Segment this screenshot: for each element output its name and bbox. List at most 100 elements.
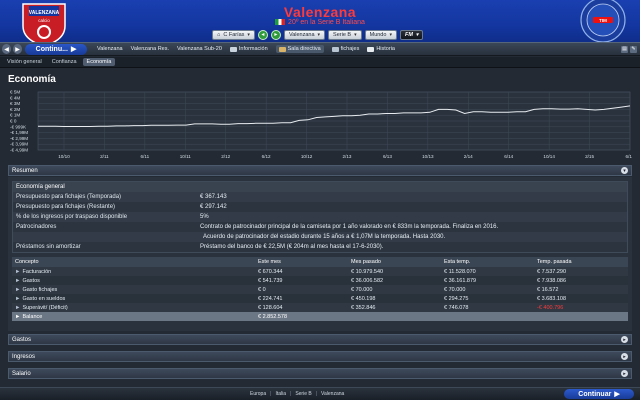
expand-arrow-icon[interactable]: ►	[15, 278, 20, 284]
table-row[interactable]: ► Gasto en sueldos € 224.741 € 450.198 € …	[12, 294, 628, 303]
y-tick-label: -€ 999K	[10, 124, 27, 129]
gastos-panel-header[interactable]: Gastos ▸	[8, 334, 632, 345]
nav-link-club[interactable]: Valenzana	[97, 46, 123, 52]
row-concept: Facturación	[22, 268, 52, 275]
expand-arrow-icon[interactable]: ►	[15, 305, 20, 311]
finance-chart: € 5M € 4M € 3M € 2M € 1M € 0 -€ 999K -€ 1,99M -€…	[8, 90, 632, 162]
col-header-last-month[interactable]: Mes pasado	[348, 257, 441, 267]
table-row[interactable]: ► Facturación € 670.344 € 10.979.540 € 11…	[12, 267, 628, 276]
gastos-title: Gastos	[12, 336, 32, 343]
x-tick-label: 2/15	[585, 154, 594, 159]
nav-link-boardroom[interactable]: Sala directiva	[275, 45, 324, 53]
history-icon	[367, 46, 375, 52]
club-header: VALENZANA calcio Valenzana 20º en la Ser…	[0, 0, 640, 42]
edit-icon[interactable]: ✎	[630, 45, 637, 53]
y-tick-label: € 3M	[10, 101, 20, 106]
nav-link-info[interactable]: Información	[229, 46, 268, 52]
boardroom-icon	[278, 46, 286, 52]
info-icon	[229, 46, 237, 52]
back-arrow-icon[interactable]: ◀	[2, 44, 11, 54]
header-controls: ⌂ C Farías ▾ ◂ ▸ Valenzana ▾ Serie B ▾ M…	[212, 29, 424, 40]
manager-dropdown[interactable]: ⌂ C Farías ▾	[212, 29, 255, 40]
table-row[interactable]: ► Superávit/ (Déficit) € 128.604 € 352.84…	[12, 303, 628, 312]
subtabs: Visión general Confianza Economía	[0, 57, 640, 68]
world-dropdown[interactable]: Mundo ▾	[364, 29, 397, 40]
nav-link-history[interactable]: Historia	[367, 46, 395, 52]
transfers-icon	[331, 46, 339, 52]
resumen-panel-header[interactable]: Resumen ▾	[8, 165, 632, 176]
league-dropdown[interactable]: Serie B ▾	[328, 29, 362, 40]
nav-link-u20[interactable]: Valenzana Sub-20	[177, 46, 222, 52]
tab-economy[interactable]: Economía	[82, 58, 116, 66]
continue-top-button[interactable]: Continu... ▶	[25, 43, 87, 55]
table-row[interactable]: ► Gasto fichajes € 0 € 70.000 € 70.000 € …	[12, 285, 628, 294]
general-row-value: € 367.143	[200, 194, 227, 200]
chevron-down-icon: ▾	[354, 31, 357, 38]
tab-overview[interactable]: Visión general	[3, 58, 46, 66]
home-icon: ⌂	[217, 31, 221, 38]
forward-arrow-icon[interactable]: ▶	[13, 44, 22, 54]
club-dropdown[interactable]: Valenzana ▾	[283, 29, 326, 40]
table-header-row: Concepto Este mes Mes pasado Esta temp. …	[12, 257, 628, 267]
ingresos-title: Ingresos	[12, 353, 36, 360]
x-tick-label: 10/12	[301, 154, 313, 159]
back-round-icon[interactable]: ◂	[257, 29, 268, 40]
continue-bottom-button[interactable]: Continuar ▶	[564, 389, 634, 399]
bottom-bar: Europa | Italia | Serie B | Valenzana Co…	[0, 387, 640, 400]
row-concept: Gastos	[22, 277, 40, 284]
table-row[interactable]: ► Gastos € 541.739 € 36.006.582 € 36.161.…	[12, 276, 628, 285]
y-tick-label: -€ 4,99M	[10, 148, 28, 153]
breadcrumb-separator: |	[290, 391, 292, 397]
fm-menu-button[interactable]: FM ▾	[399, 29, 424, 40]
general-row-label: Patrocinadores	[16, 224, 57, 230]
breadcrumb-serie-b[interactable]: Serie B	[295, 391, 311, 397]
general-economy-box: Economía general Presupuesto para fichaj…	[12, 181, 628, 253]
nav-link-transfers-label: fichajes	[340, 46, 360, 52]
y-tick-label: € 0	[10, 119, 17, 124]
general-row-label: Presupuesto para fichajes (Restante)	[16, 204, 116, 210]
expand-arrow-icon[interactable]: ►	[15, 269, 20, 275]
general-row-label: % de los ingresos por traspaso disponibl…	[16, 214, 128, 220]
y-tick-label: € 1M	[10, 113, 20, 118]
general-row-continuation: Acuerdo de patrocinador del estadio dura…	[203, 234, 446, 240]
x-tick-label: 10/13	[422, 154, 434, 159]
ingresos-panel-header[interactable]: Ingresos ▸	[8, 351, 632, 362]
balance-value: € 2.852.578	[255, 312, 348, 321]
manager-name: C Farías	[223, 31, 245, 38]
general-row: % de los ingresos por traspaso disponibl…	[13, 212, 627, 222]
resumen-title: Resumen	[12, 167, 38, 174]
breadcrumb-europe[interactable]: Europa	[250, 391, 266, 397]
col-header-concept[interactable]: Concepto	[12, 257, 255, 267]
row-last-month: € 10.979.540	[348, 267, 441, 276]
balance-label: Balance	[22, 313, 43, 320]
expand-arrow-icon[interactable]: ►	[15, 296, 20, 302]
breadcrumb-italy[interactable]: Italia	[275, 391, 286, 397]
notes-icon[interactable]: ▤	[621, 45, 628, 53]
x-tick-label: 6/14	[504, 154, 513, 159]
tab-confidence[interactable]: Confianza	[48, 58, 81, 66]
forward-round-icon[interactable]: ▸	[270, 29, 281, 40]
finance-table: Concepto Este mes Mes pasado Esta temp. …	[12, 257, 628, 321]
balance-row[interactable]: ► Balance € 2.852.578	[12, 312, 628, 321]
expand-arrow-icon[interactable]: ►	[15, 314, 20, 320]
salario-panel-header[interactable]: Salario ▸	[8, 368, 632, 379]
chevron-down-icon: ▾	[317, 31, 321, 38]
nav-link-reserves[interactable]: Valenzana Res.	[131, 46, 169, 52]
row-last-month: € 36.006.582	[348, 276, 441, 285]
row-last-season: € 7.938.086	[534, 276, 628, 285]
x-tick-label: 2/12	[221, 154, 230, 159]
breadcrumb-club[interactable]: Valenzana	[321, 391, 344, 397]
x-tick-label: 6/11	[141, 154, 150, 159]
chevron-right-icon: ▸	[621, 336, 628, 343]
col-header-this-month[interactable]: Este mes	[255, 257, 348, 267]
italy-flag-icon	[275, 19, 286, 25]
col-header-this-season[interactable]: Esta temp.	[441, 257, 534, 267]
general-row: Presupuesto para fichajes (Temporada) € …	[13, 192, 627, 202]
club-name: Valenzana	[283, 4, 357, 20]
row-concept: Gasto en sueldos	[22, 295, 66, 302]
nav-link-transfers[interactable]: fichajes	[331, 46, 360, 52]
col-header-last-season[interactable]: Temp. pasada	[534, 257, 628, 267]
expand-arrow-icon[interactable]: ►	[15, 287, 20, 293]
league-dropdown-label: Serie B	[333, 31, 352, 38]
row-this-season: € 294.275	[441, 294, 534, 303]
